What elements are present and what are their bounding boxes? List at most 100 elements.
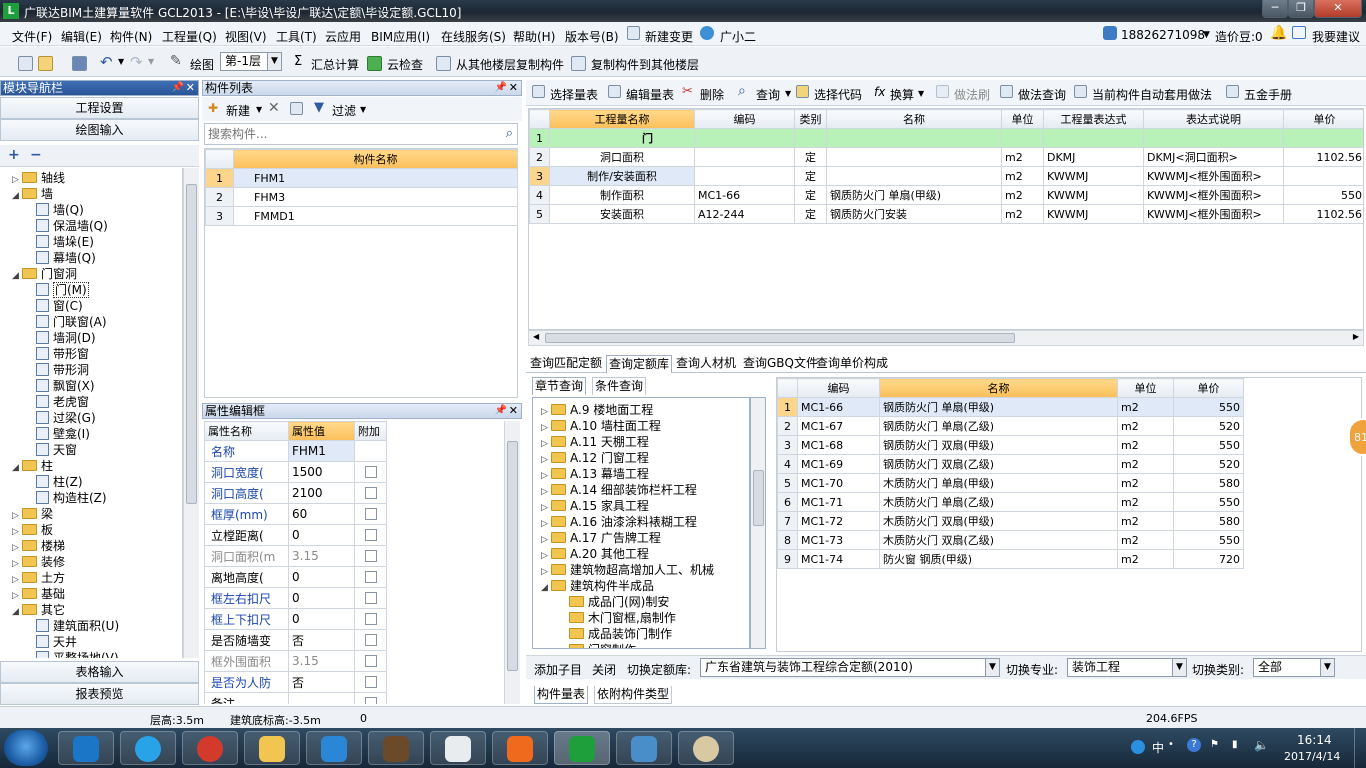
chevron-down-icon[interactable]: ▼ xyxy=(1203,30,1210,40)
quota-cell[interactable]: 木质防火门 双扇(乙级) xyxy=(879,530,1118,550)
component-name-cell[interactable]: FHM3 xyxy=(233,187,518,207)
quota-cell[interactable]: m2 xyxy=(1117,435,1174,455)
quantity-cell[interactable]: KWWMJ xyxy=(1043,185,1144,205)
chapter-item[interactable]: 成品装饰门制作 xyxy=(569,626,672,642)
menu-edit[interactable]: 编辑(E) xyxy=(61,28,102,45)
quantity-cell[interactable]: KWWMJ<框外围面积> xyxy=(1143,204,1284,224)
tree-item[interactable]: 带形窗 xyxy=(36,346,89,362)
maximize-button[interactable]: ❐ xyxy=(1288,0,1314,18)
scroll-thumb[interactable] xyxy=(753,470,764,526)
tree-item[interactable]: 柱(Z) xyxy=(36,474,83,490)
tree-item[interactable]: 幕墙(Q) xyxy=(36,250,96,266)
menu-new-change[interactable]: 新建变更 xyxy=(645,28,693,45)
quota-cell[interactable]: m2 xyxy=(1117,473,1174,493)
table-row[interactable]: 1 MC1-66 钢质防火门 单扇(甲级) m2 550 xyxy=(777,397,1244,417)
checkbox[interactable] xyxy=(364,676,377,688)
menu-online[interactable]: 在线服务(S) xyxy=(441,28,506,45)
quantity-cell[interactable]: 定 xyxy=(794,166,827,186)
select-code-button[interactable]: 选择代码 xyxy=(814,86,862,103)
add-child-button[interactable]: 添加子目 xyxy=(534,661,582,678)
quantity-cell[interactable]: 门 xyxy=(549,128,695,148)
chapter-item[interactable]: ▷ 建筑物超高增加人工、机械 xyxy=(541,562,714,578)
tab-attached-type[interactable]: 依附构件类型 xyxy=(594,686,673,704)
close-icon[interactable]: ✕ xyxy=(186,81,195,95)
floor-select[interactable]: 第-1层 ▼ xyxy=(220,52,282,71)
quantity-cell[interactable]: 定 xyxy=(794,147,827,167)
quantity-hscrollbar[interactable]: ◀ ▶ xyxy=(528,330,1364,346)
checkbox[interactable] xyxy=(364,697,377,704)
table-row[interactable]: 3 FMMD1 xyxy=(205,206,518,226)
collapse-icon[interactable]: ◢ xyxy=(12,268,22,284)
table-row[interactable]: 2 FHM3 xyxy=(205,187,518,207)
ime-indicator[interactable]: 中 xyxy=(1152,739,1164,756)
method-brush-button[interactable]: 做法刷 xyxy=(954,86,990,103)
table-row[interactable]: 8 MC1-73 木质防火门 双扇(乙级) m2 550 xyxy=(777,530,1244,550)
menu-view[interactable]: 视图(V) xyxy=(225,28,267,45)
report-preview-button[interactable]: 报表预览 xyxy=(0,683,199,705)
close-icon[interactable]: ✕ xyxy=(509,404,518,418)
property-value[interactable]: 0 xyxy=(288,587,355,609)
property-row[interactable]: 框厚(mm) 60 xyxy=(204,503,387,525)
table-row[interactable]: 6 MC1-71 木质防火门 单扇(乙级) m2 550 xyxy=(777,492,1244,512)
component-name-cell[interactable]: FMMD1 xyxy=(233,206,518,226)
table-row[interactable]: 5 MC1-70 木质防火门 单扇(甲级) m2 580 xyxy=(777,473,1244,493)
show-desktop-button[interactable] xyxy=(1354,728,1366,768)
tree-item[interactable]: 过梁(G) xyxy=(36,410,96,426)
collapse-icon[interactable]: ◢ xyxy=(12,460,22,476)
quantity-cell[interactable]: KWWMJ<框外围面积> xyxy=(1143,166,1284,186)
scroll-thumb[interactable] xyxy=(507,441,518,671)
chevron-down-icon[interactable]: ▼ xyxy=(256,105,262,114)
table-row[interactable]: 5 安装面积 A12-244 定钢质防火门安装 m2 KWWMJ KWWMJ<框外围面积> 1… xyxy=(529,204,1363,224)
search-input[interactable] xyxy=(205,124,485,143)
property-value[interactable]: 0 xyxy=(288,608,355,630)
checkbox[interactable] xyxy=(364,508,377,520)
floating-badge[interactable]: 81 xyxy=(1348,418,1366,456)
tree-item[interactable]: 天窗 xyxy=(36,442,77,458)
pin-icon[interactable]: 📌 xyxy=(495,404,507,418)
menu-tools[interactable]: 工具(T) xyxy=(276,28,317,45)
tree-item[interactable]: 建筑面积(U) xyxy=(36,618,119,634)
category-select[interactable]: 全部 ▼ xyxy=(1253,658,1335,677)
quota-cell[interactable]: 550 xyxy=(1173,492,1244,512)
quota-cell[interactable]: 钢质防火门 单扇(乙级) xyxy=(879,416,1118,436)
property-row[interactable]: 洞口高度(2100 xyxy=(204,482,387,504)
property-value[interactable]: 3.15 xyxy=(288,650,355,672)
menu-assistant[interactable]: 广小二 xyxy=(720,28,756,45)
search-icon[interactable]: ⌕ xyxy=(506,126,513,141)
copy-icon[interactable] xyxy=(290,102,303,115)
close-query-button[interactable]: 关闭 xyxy=(592,661,616,678)
checkbox[interactable] xyxy=(364,634,377,646)
menu-cloud[interactable]: 云应用 xyxy=(325,28,361,45)
tree-item[interactable]: 墙垛(E) xyxy=(36,234,94,250)
major-select[interactable]: 装饰工程 ▼ xyxy=(1067,658,1187,677)
taskbar-app-glodon-2[interactable] xyxy=(306,731,362,765)
taskbar-app-orange[interactable] xyxy=(492,731,548,765)
taskbar-app-netease[interactable] xyxy=(182,731,238,765)
property-row[interactable]: 备注 xyxy=(204,692,387,704)
property-value[interactable]: 2100 xyxy=(288,482,355,504)
tree-item[interactable]: 门(M) xyxy=(36,282,89,298)
new-file-icon[interactable] xyxy=(18,56,33,71)
quota-cell[interactable]: m2 xyxy=(1117,454,1174,474)
checkbox[interactable] xyxy=(364,592,377,604)
tree-item[interactable]: ▷ 板 xyxy=(12,522,53,538)
project-settings-button[interactable]: 工程设置 xyxy=(0,97,199,119)
quantity-cell[interactable]: KWWMJ<框外围面积> xyxy=(1143,185,1284,205)
chapter-item[interactable]: ▷ A.12 门窗工程 xyxy=(541,450,649,466)
property-row[interactable]: 离地高度(0 xyxy=(204,566,387,588)
quantity-cell[interactable] xyxy=(1283,128,1363,148)
tree-item[interactable]: 墙(Q) xyxy=(36,202,84,218)
quota-cell[interactable]: MC1-70 xyxy=(797,473,880,493)
quantity-cell[interactable]: 制作面积 xyxy=(549,185,695,205)
sum-calc-button[interactable]: 汇总计算 xyxy=(311,56,359,73)
scroll-left-icon[interactable]: ◀ xyxy=(533,332,539,341)
redo-icon[interactable]: ↷ xyxy=(130,53,143,71)
quantity-cell[interactable]: m2 xyxy=(1001,166,1044,186)
quantity-cell[interactable]: MC1-66 xyxy=(694,185,795,205)
chapter-item[interactable]: ▷ A.13 幕墙工程 xyxy=(541,466,649,482)
chapter-item[interactable]: ▷ A.16 油漆涂料裱糊工程 xyxy=(541,514,697,530)
quantity-cell[interactable] xyxy=(694,166,795,186)
quantity-cell[interactable]: 制作/安装面积 xyxy=(549,166,695,186)
chapter-item[interactable]: ▷ A.11 天棚工程 xyxy=(541,434,649,450)
tree-item[interactable]: ▷ 装修 xyxy=(12,554,65,570)
